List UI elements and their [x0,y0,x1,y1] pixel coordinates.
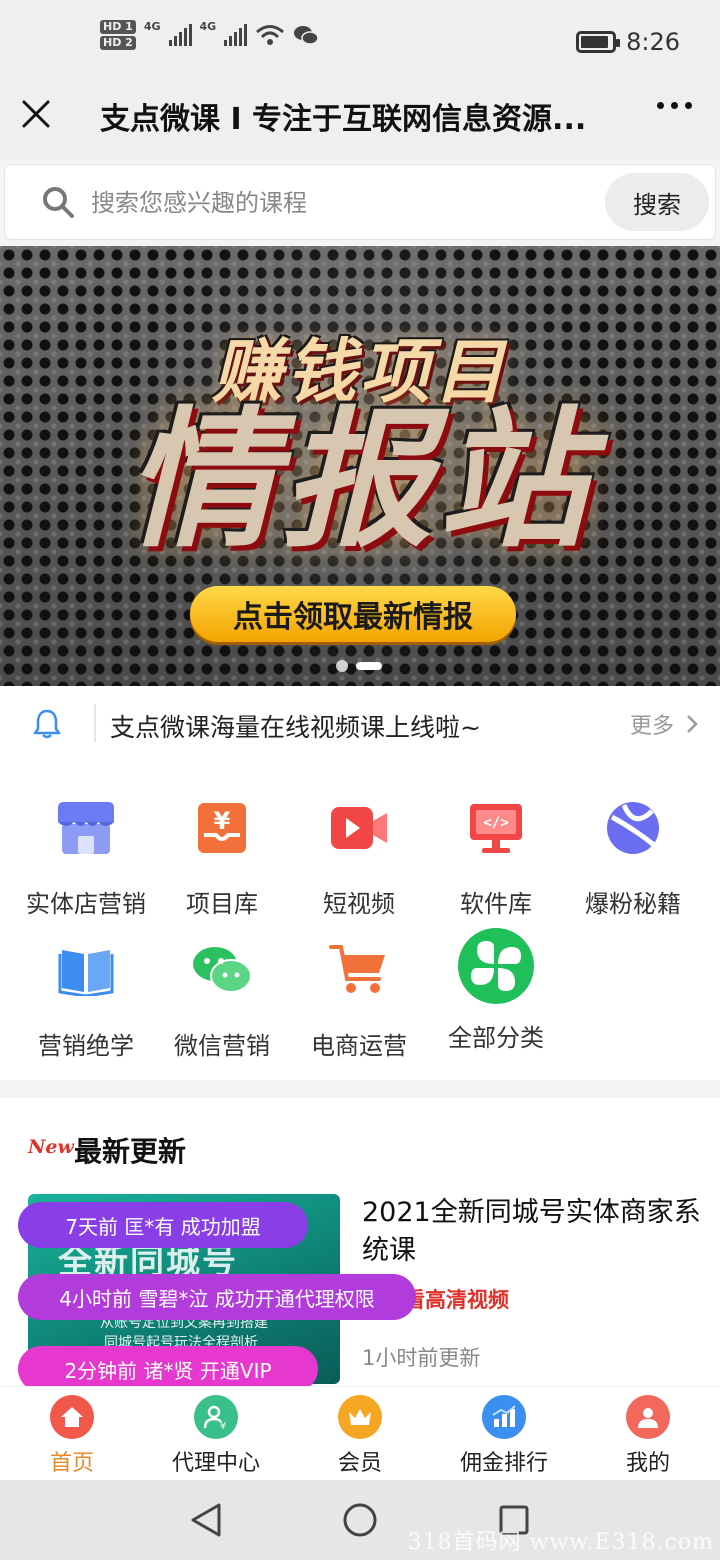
code-monitor-icon: </> [470,804,522,853]
watermark: 318首码网 www.E318.com [407,1530,714,1555]
search-input[interactable] [91,179,591,227]
network-type-2: 4G [199,20,217,33]
status-bar: HD 1 HD 2 4G 4G 8:26 [0,0,720,84]
home-button[interactable] [340,1500,380,1540]
new-badge: New [28,1136,74,1158]
category-short-video[interactable]: 短视频 [291,792,427,919]
category-software-library[interactable]: </> 软件库 [428,792,564,919]
shopping-cart-icon [329,945,385,993]
banner-cta-button[interactable]: 点击领取最新情报 [190,586,516,642]
nav-membership[interactable]: 会员 [288,1395,432,1477]
network-type-1: 4G [143,20,161,33]
search-button[interactable]: 搜索 [605,173,709,231]
category-marketing-skills[interactable]: 营销绝学 [18,934,154,1061]
back-button[interactable] [186,1500,226,1540]
signal-icon [224,24,248,46]
status-right: 8:26 [576,28,680,56]
category-label: 软件库 [460,890,532,918]
category-grid: 实体店营销 ¥ 项目库 短视频 </> 软件库 爆粉秘籍 营销绝学 微信营销 电… [0,762,720,1080]
category-project-library[interactable]: ¥ 项目库 [154,792,290,919]
notice-more-label: 更多 [629,714,674,739]
svg-text:¥: ¥ [220,1421,226,1430]
system-navigation-bar: 318首码网 www.E318.com [0,1480,720,1560]
clover-icon [458,928,534,1004]
crown-icon [349,1409,371,1425]
category-ecommerce[interactable]: 电商运营 [291,934,427,1061]
video-camera-icon [331,807,387,849]
nav-label: 我的 [625,1451,670,1476]
back-triangle-icon [191,1503,221,1537]
nav-agent-center[interactable]: ¥ 代理中心 [144,1395,288,1477]
signal-icon [168,24,192,46]
search-icon [43,187,74,218]
clock: 8:26 [626,28,680,56]
notice-bar[interactable]: 支点微课海量在线视频课上线啦~ 更多 [0,686,720,762]
nav-label: 会员 [337,1451,382,1476]
agent-icon: ¥ [203,1405,226,1430]
activity-toast: 4小时前 雪碧*泣 成功开通代理权限 [18,1274,416,1320]
title-bar: 支点微课 I 专注于互联网信息资源... [0,84,720,160]
book-icon [58,950,114,996]
bell-icon [33,709,61,739]
hd-badge-2: HD 2 [100,36,136,50]
carousel-dot-active [356,662,382,670]
battery-icon [576,31,621,53]
category-label: 短视频 [323,890,395,918]
notice-text: 支点微课海量在线视频课上线啦~ [110,713,481,742]
category-label: 营销绝学 [38,1032,134,1060]
category-wechat-marketing[interactable]: 微信营销 [154,934,290,1061]
search-bar: 搜索 [4,164,716,240]
globe-icon [607,802,659,854]
wechat-notification-icon [294,26,319,45]
home-circle-icon [343,1503,377,1537]
activity-toast: 7天前 匡*有 成功加盟 [18,1202,308,1248]
category-label: 项目库 [186,890,258,918]
divider [94,704,96,742]
battery-fill [581,36,609,48]
yen-box-icon: ¥ [198,803,246,853]
wechat-icon [193,947,252,993]
nav-home[interactable]: 首页 [0,1395,144,1477]
nav-label: 代理中心 [171,1451,260,1476]
course-updated-time: 1小时前更新 [362,1346,481,1370]
carousel-indicator [336,660,382,672]
category-fan-secrets[interactable]: 爆粉秘籍 [565,792,701,919]
carousel-dot [336,660,348,672]
course-title[interactable]: 2021全新同城号实体商家系统课 [362,1194,702,1270]
storefront-icon [58,802,114,854]
nav-commission-ranking[interactable]: 佣金排行 [432,1395,576,1477]
user-icon [638,1408,658,1428]
nav-label: 佣金排行 [459,1451,548,1476]
home-icon [61,1407,83,1427]
category-storefront-marketing[interactable]: 实体店营销 [18,792,154,919]
hd-badge-1: HD 1 [100,20,136,34]
nav-profile[interactable]: 我的 [576,1395,720,1477]
banner-headline-2: 情报站 [125,394,594,568]
chart-icon [492,1405,516,1427]
page-title: 支点微课 I 专注于互联网信息资源... [100,102,587,137]
more-options-button[interactable] [657,102,692,109]
promo-banner[interactable]: 赚钱项目 情报站 点击领取最新情报 [0,246,720,686]
category-label: 爆粉秘籍 [585,890,681,918]
notice-more-link[interactable]: 更多 [630,708,698,740]
chevron-right-icon [687,715,698,733]
section-title: 最新更新 [74,1135,187,1168]
category-label: 全部分类 [448,1024,544,1052]
status-indicators: HD 1 HD 2 4G 4G [100,20,319,50]
svg-text:</>: </> [483,815,508,831]
close-icon [22,100,50,128]
category-label: 实体店营销 [26,890,146,918]
category-label: 微信营销 [174,1032,270,1060]
category-label: 电商运营 [311,1032,407,1060]
category-all[interactable]: 全部分类 [428,926,564,1053]
svg-text:¥: ¥ [214,807,231,835]
bottom-navigation: 首页 ¥ 代理中心 会员 佣金排行 我的 [0,1386,720,1480]
wifi-icon [256,25,285,45]
nav-label: 首页 [49,1451,94,1476]
close-button[interactable] [14,92,58,136]
